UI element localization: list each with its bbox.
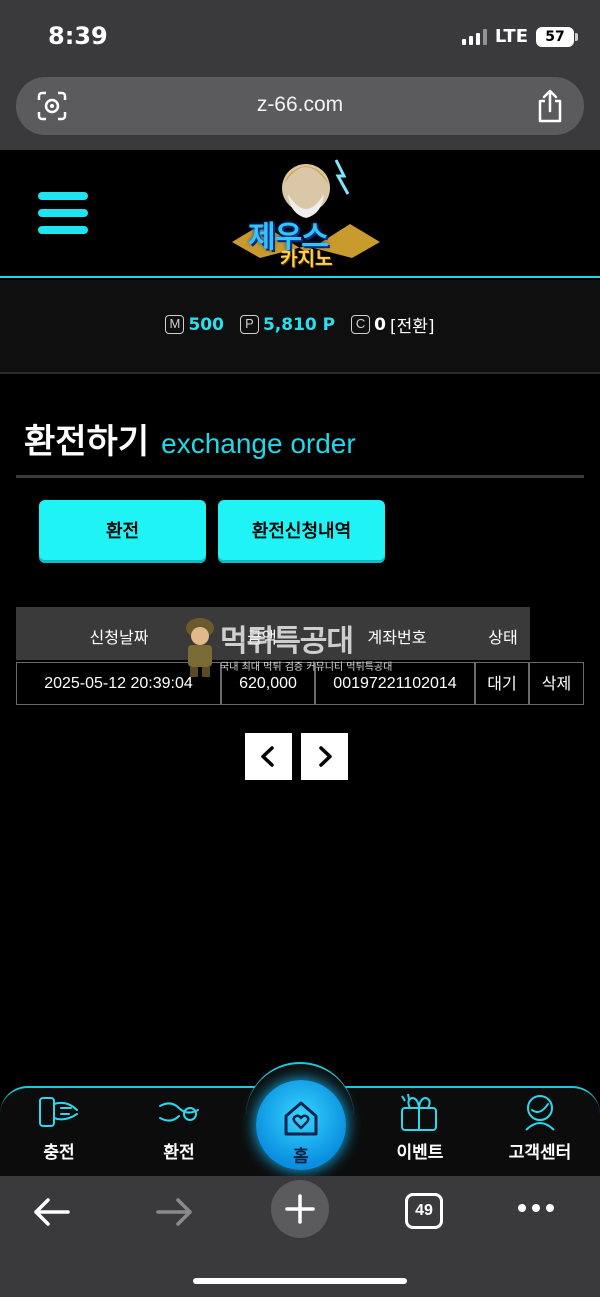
chevron-left-icon <box>261 746 274 767</box>
watermark-subtitle: 국내 최대 먹튀 검증 커뮤니티 먹튀특공대 <box>220 662 393 673</box>
watermark-title: 먹튀특공대 <box>220 624 354 659</box>
status-time: 8:39 <box>48 22 108 50</box>
browser-address-area: z-66.com <box>0 70 600 150</box>
address-bar[interactable]: z-66.com <box>16 77 584 135</box>
cell-status: 대기 <box>475 662 529 705</box>
points-bar: M 500 P 5,810 P C 0 [전환] <box>0 280 600 374</box>
signal-icon <box>461 28 487 45</box>
delete-button[interactable]: 삭제 <box>529 662 584 705</box>
home-icon <box>284 1101 318 1136</box>
nav-charge[interactable]: 충전 <box>14 1092 104 1163</box>
url-text[interactable]: z-66.com <box>16 93 584 117</box>
column-date: 신청날짜 <box>89 628 149 647</box>
status-bar: 8:39 LTE 57 <box>0 0 600 70</box>
nav-home-button[interactable]: 홈 <box>256 1080 346 1170</box>
point-icon: P <box>239 315 259 334</box>
watermark: 먹튀특공대 국내 최대 먹튀 검증 커뮤니티 먹튀특공대 <box>180 616 420 680</box>
site-logo[interactable]: 제우스 카지노 <box>232 154 380 274</box>
tabs-count-icon[interactable]: 49 <box>405 1193 443 1229</box>
share-icon[interactable] <box>536 89 564 127</box>
menu-icon[interactable] <box>38 192 90 236</box>
coin-balance[interactable]: C 0 [전환] <box>351 312 435 337</box>
nav-home-label: 홈 <box>293 1147 309 1167</box>
watermark-mascot-icon <box>186 618 214 677</box>
coin-icon: C <box>351 315 371 334</box>
gift-icon <box>401 1093 437 1131</box>
page-title: 환전하기 exchange order <box>24 414 356 463</box>
exchange-history-button[interactable]: 환전신청내역 <box>218 500 385 563</box>
coin-value: 0 <box>374 314 386 335</box>
divider <box>16 475 584 478</box>
battery-icon: 57 <box>536 26 578 47</box>
page-title-english: exchange order <box>161 428 356 459</box>
point-balance: P 5,810 P <box>239 312 336 337</box>
nav-event[interactable]: 이벤트 <box>375 1092 465 1163</box>
back-arrow-icon[interactable] <box>30 1192 72 1236</box>
network-label: LTE <box>494 26 528 47</box>
nav-support-label: 고객센터 <box>508 1143 572 1163</box>
forward-arrow-icon[interactable] <box>154 1192 196 1236</box>
next-page-button[interactable] <box>301 733 348 780</box>
nav-charge-label: 충전 <box>43 1143 75 1163</box>
nav-support[interactable]: 고객센터 <box>495 1092 585 1163</box>
home-indicator <box>193 1278 407 1284</box>
column-status: 상태 <box>488 628 518 647</box>
page-title-korean: 환전하기 <box>24 422 150 462</box>
nav-exchange-label: 환전 <box>163 1143 195 1163</box>
support-icon <box>525 1095 555 1131</box>
site-header: 제우스 카지노 <box>0 150 600 278</box>
point-value: 5,810 P <box>262 314 336 335</box>
previous-page-button[interactable] <box>245 733 292 780</box>
nav-exchange[interactable]: 환전 <box>134 1092 224 1163</box>
logo-text-sub: 카지노 <box>280 248 333 270</box>
chevron-right-icon <box>319 746 332 767</box>
money-value: 500 <box>188 314 224 335</box>
money-icon: M <box>165 315 185 334</box>
convert-link[interactable]: [전환] <box>390 312 435 337</box>
more-menu-icon[interactable] <box>516 1200 556 1219</box>
exchange-icon <box>159 1102 199 1122</box>
nav-event-label: 이벤트 <box>396 1143 444 1163</box>
new-tab-icon[interactable] <box>271 1180 329 1242</box>
charge-icon <box>39 1097 78 1127</box>
exchange-tab-button[interactable]: 환전 <box>39 500 206 563</box>
status-indicators: LTE 57 <box>461 26 578 47</box>
money-balance: M 500 <box>165 312 224 337</box>
